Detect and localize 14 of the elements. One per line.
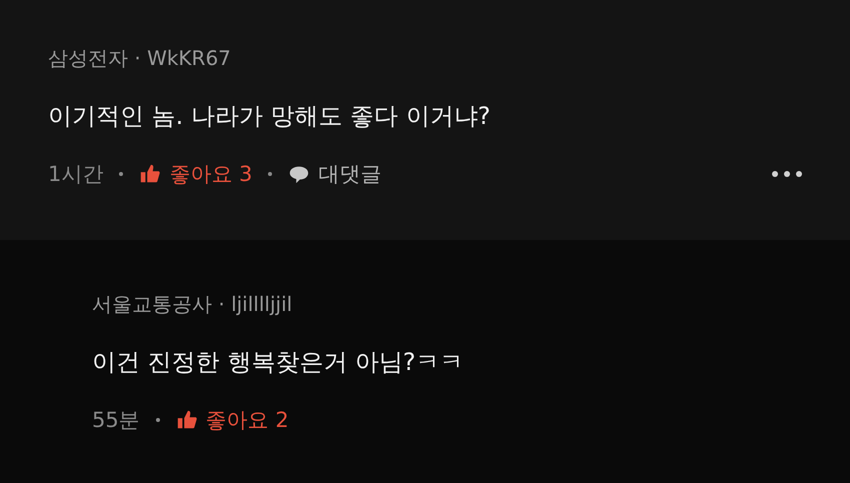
comment-author: 서울교통공사 · ljilllljjil — [92, 291, 294, 318]
comment-text: 이기적인 놈. 나라가 망해도 좋다 이거냐? — [48, 101, 492, 132]
reply-button[interactable]: 대댓글 — [288, 160, 382, 188]
comment-text: 이건 진정한 행복찾은거 아님?ㅋㅋ — [92, 347, 465, 378]
comment-time: 1시간 — [48, 161, 104, 188]
dot-separator — [156, 418, 160, 422]
dot-separator — [268, 172, 272, 176]
thumbs-up-icon — [176, 409, 198, 431]
comment-author: 삼성전자 · WkKR67 — [48, 45, 232, 72]
like-button[interactable]: 좋아요 2 — [176, 406, 289, 434]
thumbs-up-icon — [139, 163, 162, 185]
comment-time: 55분 — [92, 407, 140, 434]
like-button[interactable]: 좋아요 3 — [139, 160, 252, 188]
dot-separator — [119, 172, 124, 176]
